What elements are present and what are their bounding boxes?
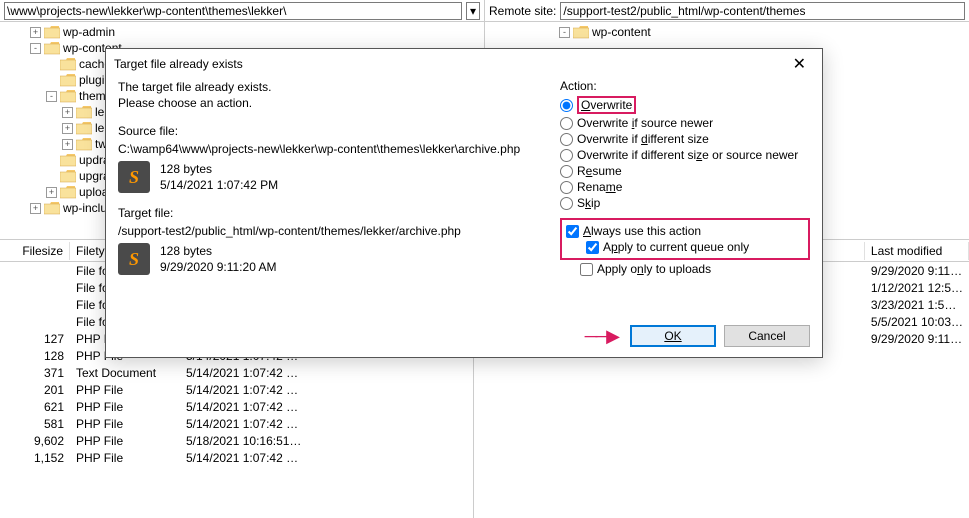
collapse-icon[interactable]: - xyxy=(559,27,570,38)
action-label: Action: xyxy=(560,79,810,93)
folder-icon xyxy=(60,74,76,87)
source-file-date: 5/14/2021 1:07:42 PM xyxy=(160,177,278,193)
dialog-title: Target file already exists xyxy=(114,57,243,71)
checkbox-uploads-only[interactable]: Apply only to uploads xyxy=(580,262,810,276)
collapse-icon[interactable]: - xyxy=(46,91,57,102)
dialog-message: Please choose an action. xyxy=(118,95,550,111)
folder-icon xyxy=(60,186,76,199)
target-file-size: 128 bytes xyxy=(160,243,277,259)
list-item[interactable]: 9,602PHP File5/18/2021 10:16:51… xyxy=(0,432,473,449)
tree-spacer xyxy=(46,59,57,70)
checkbox-queue-only[interactable]: Apply to current queue only xyxy=(586,240,804,254)
expand-icon[interactable]: + xyxy=(46,187,57,198)
source-file-path: C:\wamp64\www\projects-new\lekker\wp-con… xyxy=(118,141,550,157)
tree-spacer xyxy=(46,75,57,86)
expand-icon[interactable]: + xyxy=(62,107,73,118)
tree-spacer xyxy=(46,155,57,166)
target-file-date: 9/29/2020 9:11:20 AM xyxy=(160,259,277,275)
expand-icon[interactable]: + xyxy=(62,139,73,150)
radio-overwrite-diffsize[interactable]: Overwrite if different size xyxy=(560,132,810,146)
radio-overwrite-diff-newer[interactable]: Overwrite if different size or source ne… xyxy=(560,148,810,162)
local-path-input[interactable] xyxy=(4,2,462,20)
checkbox-always[interactable]: Always use this action xyxy=(566,224,804,238)
col-modified[interactable]: Last modified xyxy=(865,242,969,260)
file-type-icon: S xyxy=(118,161,150,193)
folder-icon xyxy=(60,170,76,183)
remote-path-input[interactable] xyxy=(560,2,965,20)
list-item[interactable]: 581PHP File5/14/2021 1:07:42 … xyxy=(0,415,473,432)
close-icon[interactable]: ✕ xyxy=(785,52,814,76)
radio-overwrite-newer[interactable]: Overwrite if source newer xyxy=(560,116,810,130)
cancel-button[interactable]: Cancel xyxy=(724,325,810,347)
col-filesize[interactable]: Filesize xyxy=(0,242,70,260)
annotation-arrow: ──▶ xyxy=(585,326,618,347)
radio-rename[interactable]: Rename xyxy=(560,180,810,194)
remote-site-label: Remote site: xyxy=(489,4,556,18)
dropdown-icon[interactable]: ▾ xyxy=(466,2,480,20)
folder-icon xyxy=(76,106,92,119)
overwrite-dialog: Target file already exists ✕ The target … xyxy=(105,48,823,358)
tree-item[interactable]: - wp-content xyxy=(559,24,969,40)
ok-button[interactable]: OK xyxy=(630,325,716,347)
tree-item-label: wp-admin xyxy=(63,24,115,40)
folder-icon xyxy=(44,202,60,215)
dialog-message: The target file already exists. xyxy=(118,79,550,95)
folder-icon xyxy=(44,26,60,39)
folder-icon xyxy=(60,154,76,167)
folder-icon xyxy=(60,58,76,71)
expand-icon[interactable]: + xyxy=(62,123,73,134)
target-file-path: /support-test2/public_html/wp-content/th… xyxy=(118,223,550,239)
radio-resume[interactable]: Resume xyxy=(560,164,810,178)
list-item[interactable]: 1,152PHP File5/14/2021 1:07:42 … xyxy=(0,449,473,466)
local-path-bar: ▾ xyxy=(0,0,484,22)
folder-icon xyxy=(44,42,60,55)
folder-icon xyxy=(76,122,92,135)
tree-item-label: wp-content xyxy=(592,24,651,40)
source-file-label: Source file: xyxy=(118,123,550,139)
tree-item[interactable]: + wp-admin xyxy=(30,24,484,40)
expand-icon[interactable]: + xyxy=(30,27,41,38)
folder-icon xyxy=(60,90,76,103)
list-item[interactable]: 371Text Document5/14/2021 1:07:42 … xyxy=(0,364,473,381)
remote-path-bar: Remote site: xyxy=(485,0,969,22)
collapse-icon[interactable]: - xyxy=(30,43,41,54)
source-file-size: 128 bytes xyxy=(160,161,278,177)
tree-spacer xyxy=(46,171,57,182)
expand-icon[interactable]: + xyxy=(30,203,41,214)
radio-overwrite[interactable]: OOverwriteverwrite xyxy=(560,96,810,114)
list-item[interactable]: 621PHP File5/14/2021 1:07:42 … xyxy=(0,398,473,415)
radio-skip[interactable]: Skip xyxy=(560,196,810,210)
file-type-icon: S xyxy=(118,243,150,275)
folder-icon xyxy=(76,138,92,151)
list-item[interactable]: 201PHP File5/14/2021 1:07:42 … xyxy=(0,381,473,398)
target-file-label: Target file: xyxy=(118,205,550,221)
folder-icon xyxy=(573,26,589,39)
